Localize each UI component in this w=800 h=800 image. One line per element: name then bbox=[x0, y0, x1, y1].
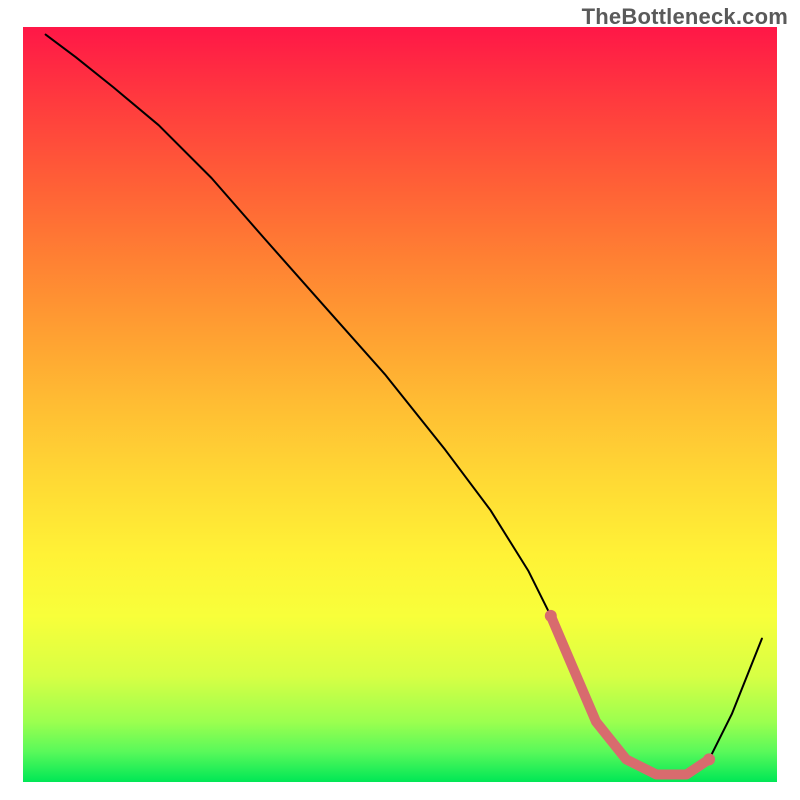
marker-endpoint bbox=[545, 610, 557, 622]
bottleneck-chart bbox=[0, 0, 800, 800]
plot-background bbox=[23, 27, 777, 782]
watermark-label: TheBottleneck.com bbox=[582, 4, 788, 30]
chart-stage: TheBottleneck.com bbox=[0, 0, 800, 800]
marker-endpoint bbox=[703, 753, 715, 765]
